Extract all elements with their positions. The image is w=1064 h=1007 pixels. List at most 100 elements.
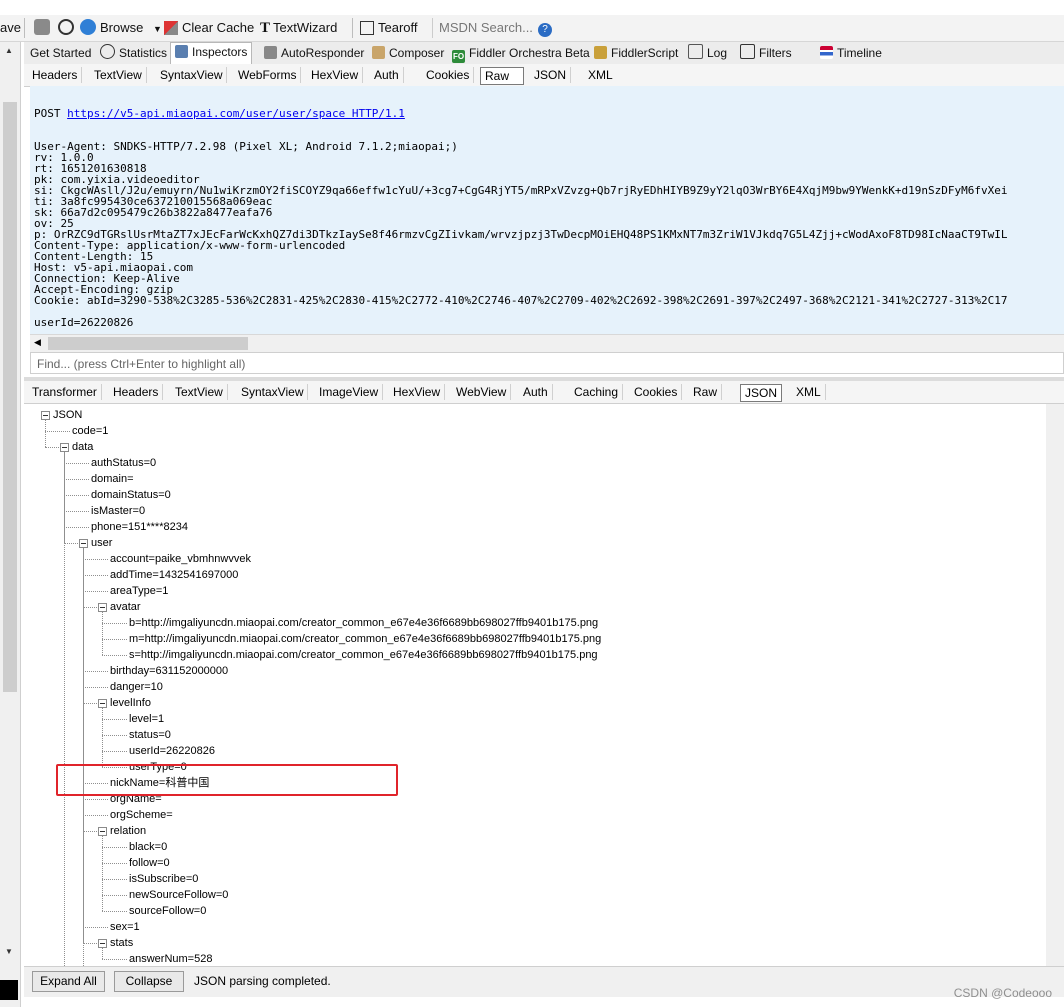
tree-leaf-node[interactable]: isMaster=0 — [91, 503, 145, 519]
toolbar-separator — [352, 18, 353, 38]
save-button[interactable]: ave — [0, 19, 21, 37]
tree-leaf-node[interactable]: domain= — [91, 471, 134, 487]
resp-tab-hexview[interactable]: HexView — [389, 384, 446, 400]
camera-icon[interactable] — [34, 19, 54, 37]
tree-leaf-node[interactable]: b=http://imgaliyuncdn.miaopai.com/creato… — [129, 615, 598, 631]
req-tab-auth[interactable]: Auth — [370, 67, 404, 83]
collapse-toggle-icon[interactable] — [41, 411, 50, 420]
raw-horizontal-scrollbar[interactable]: ◀ — [30, 334, 1064, 353]
tree-leaf-node[interactable]: userId=26220826 — [129, 743, 215, 759]
tree-leaf-node[interactable]: code=1 — [72, 423, 108, 439]
scrollbar-thumb[interactable] — [3, 102, 17, 692]
tab-statistics[interactable]: Statistics — [96, 44, 171, 63]
collapse-toggle-icon[interactable] — [98, 827, 107, 836]
tree-vertical-scrollbar[interactable] — [1046, 404, 1064, 966]
tree-leaf-node[interactable]: danger=10 — [110, 679, 163, 695]
scrollbar-thumb[interactable] — [48, 337, 248, 350]
find-input[interactable]: Find... (press Ctrl+Enter to highlight a… — [30, 352, 1064, 374]
req-tab-headers[interactable]: Headers — [28, 67, 83, 83]
tree-leaf-node[interactable]: birthday=631152000000 — [110, 663, 228, 679]
req-tab-webforms[interactable]: WebForms — [234, 67, 302, 83]
textwizard-button[interactable]: T TextWizard — [260, 19, 337, 37]
resp-tab-caching[interactable]: Caching — [570, 384, 624, 400]
tree-leaf-node[interactable]: areaType=1 — [110, 583, 168, 599]
tree-connector — [102, 948, 103, 959]
collapse-button[interactable]: Collapse — [114, 971, 184, 992]
tree-connector — [102, 847, 127, 848]
collapse-toggle-icon[interactable] — [98, 699, 107, 708]
resp-tab-cookies[interactable]: Cookies — [630, 384, 683, 400]
tree-connector — [83, 687, 108, 688]
req-tab-hexview[interactable]: HexView — [307, 67, 364, 83]
collapse-toggle-icon[interactable] — [98, 939, 107, 948]
tree-branch-node[interactable]: avatar — [110, 599, 141, 615]
collapse-toggle-icon[interactable] — [60, 443, 69, 452]
scroll-down-arrow-icon[interactable]: ▼ — [5, 947, 13, 956]
tree-leaf-node[interactable]: black=0 — [129, 839, 167, 855]
collapse-toggle-icon[interactable] — [79, 539, 88, 548]
scroll-up-arrow-icon[interactable]: ▲ — [5, 46, 13, 55]
resp-tab-transformer[interactable]: Transformer — [28, 384, 102, 400]
resp-tab-imageview[interactable]: ImageView — [315, 384, 384, 400]
browse-button[interactable]: Browse ▼ — [80, 19, 162, 37]
tree-leaf-node[interactable]: m=http://imgaliyuncdn.miaopai.com/creato… — [129, 631, 601, 647]
tab-autoresponder[interactable]: AutoResponder — [260, 44, 368, 63]
req-tab-textview[interactable]: TextView — [90, 67, 147, 83]
request-url-link[interactable]: https://v5-api.miaopai.com/user/user/spa… — [67, 107, 405, 120]
expand-all-button[interactable]: Expand All — [32, 971, 105, 992]
resp-tab-webview[interactable]: WebView — [452, 384, 512, 400]
timer-icon[interactable] — [58, 19, 78, 37]
resp-tab-textview[interactable]: TextView — [171, 384, 228, 400]
tree-branch-node[interactable]: levelInfo — [110, 695, 151, 711]
tree-leaf-node[interactable]: follow=0 — [129, 855, 170, 871]
tree-branch-node[interactable]: JSON — [53, 407, 82, 423]
tree-leaf-node[interactable]: answerNum=528 — [129, 951, 212, 966]
left-pane-scrollbar[interactable]: ▲ ▼ — [0, 42, 21, 1007]
tab-get-started[interactable]: Get Started — [26, 44, 95, 63]
resp-tab-raw[interactable]: Raw — [689, 384, 723, 400]
tree-branch-node[interactable]: stats — [110, 935, 133, 951]
tree-connector — [83, 927, 108, 928]
clear-cache-button[interactable]: Clear Cache — [164, 19, 254, 37]
tree-leaf-node[interactable]: account=paike_vbmhnwvvek — [110, 551, 251, 567]
scroll-left-arrow-icon[interactable]: ◀ — [34, 337, 41, 348]
collapse-toggle-icon[interactable] — [98, 603, 107, 612]
tab-inspectors[interactable]: Inspectors — [170, 42, 253, 65]
tree-leaf-node[interactable]: level=1 — [129, 711, 164, 727]
req-tab-cookies[interactable]: Cookies — [422, 67, 475, 83]
json-tree-view[interactable]: JSON code=1 data authStatus=0 domain= domainS… — [30, 404, 1064, 966]
tree-branch-node[interactable]: data — [72, 439, 93, 455]
tree-leaf-node[interactable]: orgScheme= — [110, 807, 173, 823]
tree-leaf-node[interactable]: status=0 — [129, 727, 171, 743]
json-bottom-bar: Expand All Collapse JSON parsing complet… — [24, 966, 1064, 997]
req-tab-syntaxview[interactable]: SyntaxView — [156, 67, 228, 83]
tree-branch-node[interactable]: user — [91, 535, 112, 551]
tab-fiddlerscript[interactable]: FiddlerScript — [590, 44, 682, 63]
tree-leaf-node[interactable]: s=http://imgaliyuncdn.miaopai.com/creato… — [129, 647, 598, 663]
req-tab-raw[interactable]: Raw — [480, 67, 524, 85]
resp-tab-json[interactable]: JSON — [740, 384, 783, 402]
resp-tab-syntaxview[interactable]: SyntaxView — [237, 384, 309, 400]
tab-log[interactable]: Log — [684, 44, 731, 63]
tab-composer[interactable]: Composer — [368, 44, 448, 63]
tree-leaf-node[interactable]: sourceFollow=0 — [129, 903, 206, 919]
tab-filters[interactable]: Filters — [736, 44, 796, 63]
tree-leaf-node[interactable]: authStatus=0 — [91, 455, 156, 471]
tree-leaf-node[interactable]: newSourceFollow=0 — [129, 887, 228, 903]
req-tab-json[interactable]: JSON — [530, 67, 572, 83]
tearoff-button[interactable]: Tearoff — [360, 19, 418, 37]
tab-timeline[interactable]: Timeline — [816, 44, 886, 63]
tree-leaf-node[interactable]: addTime=1432541697000 — [110, 567, 238, 583]
raw-request-text[interactable]: POST https://v5-api.miaopai.com/user/use… — [30, 86, 1064, 334]
resp-tab-auth[interactable]: Auth — [519, 384, 553, 400]
tree-leaf-node[interactable]: isSubscribe=0 — [129, 871, 198, 887]
tree-leaf-node[interactable]: phone=151****8234 — [91, 519, 188, 535]
help-icon[interactable]: ? — [538, 19, 552, 37]
tree-leaf-node[interactable]: sex=1 — [110, 919, 140, 935]
resp-tab-headers[interactable]: Headers — [109, 384, 164, 400]
resp-tab-xml[interactable]: XML — [792, 384, 826, 400]
tab-fiddler-orchestra[interactable]: FO Fiddler Orchestra Beta — [448, 44, 594, 63]
req-tab-xml[interactable]: XML — [584, 67, 617, 83]
tree-leaf-node[interactable]: domainStatus=0 — [91, 487, 171, 503]
tree-branch-node[interactable]: relation — [110, 823, 146, 839]
